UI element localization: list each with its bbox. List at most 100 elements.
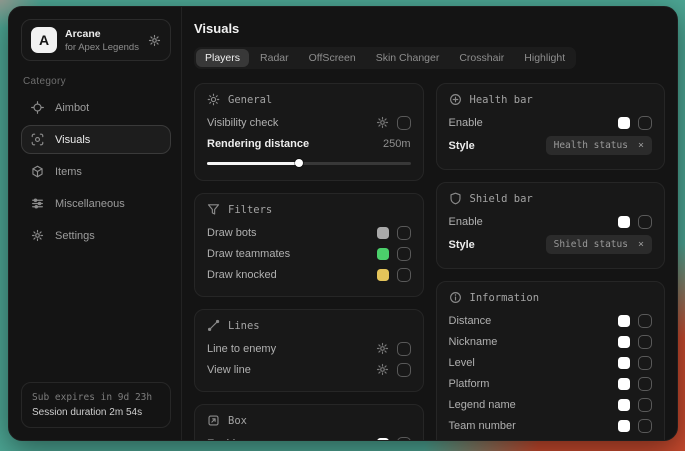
cards-column-left: General Visibility check Rendering distanc… [194, 83, 424, 440]
slider-fill [207, 162, 299, 165]
gear-icon[interactable] [148, 34, 161, 47]
checkbox[interactable] [397, 226, 411, 240]
row-view-line: View line [207, 359, 411, 380]
sidebar-item-miscellaneous[interactable]: Miscellaneous [21, 189, 171, 218]
color-swatch[interactable] [618, 378, 630, 390]
slider-thumb[interactable] [295, 159, 303, 167]
row-controls [618, 377, 652, 391]
tab-radar[interactable]: Radar [251, 49, 298, 67]
sidebar-item-aimbot[interactable]: Aimbot [21, 93, 171, 122]
checkbox[interactable] [397, 116, 411, 130]
row-style: StyleShield status× [449, 232, 653, 257]
checkbox[interactable] [638, 377, 652, 391]
cards-grid: General Visibility check Rendering distanc… [194, 83, 665, 440]
checkbox[interactable] [638, 215, 652, 229]
card-information: InformationDistanceNicknameLevelPlatform… [436, 281, 666, 440]
row-rendering-distance: Rendering distance250m [207, 133, 411, 154]
row-label: Line to enemy [207, 343, 276, 355]
row-controls [618, 335, 652, 349]
checkbox[interactable] [397, 363, 411, 377]
app-logo-card: A Arcane for Apex Legends [21, 19, 171, 61]
card-header: Box [207, 414, 411, 427]
card-box: BoxEnableEnable background [194, 404, 424, 440]
close-icon[interactable]: × [638, 239, 644, 250]
color-swatch[interactable] [618, 420, 630, 432]
sidebar-item-label: Visuals [55, 134, 90, 146]
row-controls [618, 314, 652, 328]
crosshair-icon [31, 101, 45, 114]
row-label: Visibility check [207, 117, 278, 129]
card-header: General [207, 93, 411, 106]
card-title: General [228, 94, 272, 106]
slider-track[interactable] [207, 162, 411, 165]
app-subtitle: for Apex Legends [65, 42, 140, 53]
row-label: Distance [449, 315, 492, 327]
tab-crosshair[interactable]: Crosshair [450, 49, 513, 67]
slider[interactable] [207, 157, 411, 169]
checkbox[interactable] [397, 437, 411, 441]
row-weapon-in-hands: Weapon in hands [449, 436, 653, 440]
color-swatch[interactable] [618, 117, 630, 129]
checkbox[interactable] [397, 268, 411, 282]
tab-offscreen[interactable]: OffScreen [300, 49, 365, 67]
category-label: Category [23, 76, 169, 87]
row-enable: Enable [449, 211, 653, 232]
color-swatch[interactable] [618, 399, 630, 411]
close-icon[interactable]: × [638, 140, 644, 151]
app-window: A Arcane for Apex Legends Category Aimbo… [8, 6, 678, 441]
row-enable: Enable [449, 112, 653, 133]
row-label: Enable [449, 117, 483, 129]
sidebar-item-settings[interactable]: Settings [21, 221, 171, 250]
row-controls [376, 342, 411, 356]
checkbox[interactable] [397, 342, 411, 356]
color-swatch[interactable] [377, 438, 389, 441]
checkbox[interactable] [638, 440, 652, 441]
app-logo: A [31, 27, 57, 53]
sidebar-item-visuals[interactable]: Visuals [21, 125, 171, 154]
gear-icon[interactable] [376, 363, 389, 376]
color-swatch[interactable] [618, 216, 630, 228]
tab-skin-changer[interactable]: Skin Changer [367, 49, 449, 67]
tab-highlight[interactable]: Highlight [515, 49, 574, 67]
row-legend-name: Legend name [449, 394, 653, 415]
row-label: Team number [449, 420, 516, 432]
slider-value: 250m [383, 138, 411, 150]
checkbox[interactable] [638, 356, 652, 370]
style-select-shield-status[interactable]: Shield status× [546, 235, 652, 254]
gear-icon[interactable] [376, 342, 389, 355]
color-swatch[interactable] [377, 227, 389, 239]
style-select-health-status[interactable]: Health status× [546, 136, 652, 155]
row-line-to-enemy: Line to enemy [207, 338, 411, 359]
shield-icon [449, 192, 462, 205]
card-title: Box [228, 415, 247, 427]
color-swatch[interactable] [377, 269, 389, 281]
row-level: Level [449, 352, 653, 373]
color-swatch[interactable] [618, 336, 630, 348]
checkbox[interactable] [638, 335, 652, 349]
subscription-info-card: Sub expires in 9d 23h Session duration 2… [21, 382, 171, 428]
checkbox[interactable] [638, 398, 652, 412]
page-title: Visuals [194, 21, 665, 36]
session-duration: Session duration 2m 54s [32, 407, 160, 418]
card-header: Lines [207, 319, 411, 332]
row-controls [618, 398, 652, 412]
sidebar-item-items[interactable]: Items [21, 157, 171, 186]
tab-players[interactable]: Players [196, 49, 249, 67]
row-distance: Distance [449, 310, 653, 331]
sidebar-item-label: Settings [55, 230, 95, 242]
desktop-background: A Arcane for Apex Legends Category Aimbo… [0, 0, 685, 451]
checkbox[interactable] [638, 314, 652, 328]
card-header: Filters [207, 203, 411, 216]
row-label: Style [449, 140, 475, 152]
checkbox[interactable] [638, 116, 652, 130]
checkbox[interactable] [397, 247, 411, 261]
color-swatch[interactable] [377, 248, 389, 260]
color-swatch[interactable] [618, 315, 630, 327]
gear-icon[interactable] [376, 116, 389, 129]
color-swatch[interactable] [618, 357, 630, 369]
tab-bar: PlayersRadarOffScreenSkin ChangerCrossha… [194, 47, 576, 69]
line-icon [207, 319, 220, 332]
row-controls [618, 419, 652, 433]
card-header: Shield bar [449, 192, 653, 205]
checkbox[interactable] [638, 419, 652, 433]
